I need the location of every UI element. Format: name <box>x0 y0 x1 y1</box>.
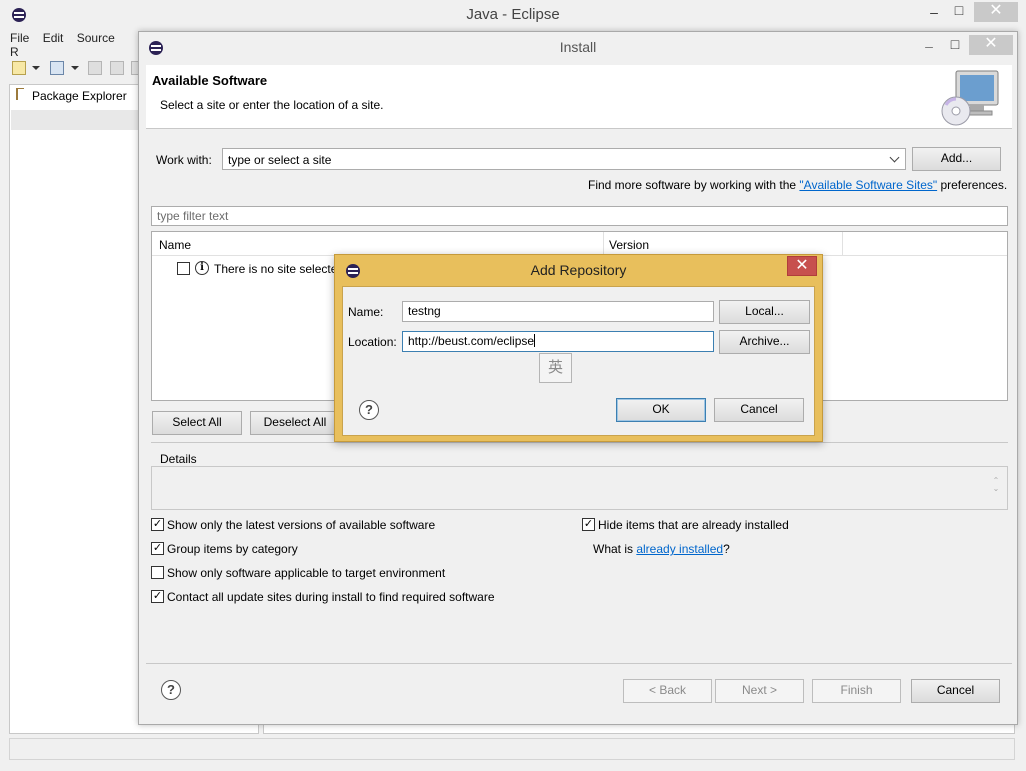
add-repository-dialog: Add Repository ✕ Name: testng Local... L… <box>334 254 823 442</box>
tree-header: Name Version <box>152 232 1007 256</box>
hide-installed-checkbox[interactable]: ✓ <box>582 518 595 531</box>
install-software-icon <box>940 69 1002 127</box>
details-label: Details <box>160 452 197 466</box>
applicable-only-checkbox[interactable] <box>151 566 164 579</box>
applicable-only-label: Show only software applicable to target … <box>167 566 446 580</box>
column-separator[interactable] <box>603 232 604 256</box>
back-button[interactable]: < Back <box>623 679 712 703</box>
eclipse-titlebar: Java - Eclipse – □ ✕ <box>0 0 1026 31</box>
scroll-arrows-icon[interactable]: ⌃ ⌄ <box>991 477 1001 497</box>
next-button[interactable]: Next > <box>715 679 804 703</box>
latest-versions-checkbox[interactable]: ✓ <box>151 518 164 531</box>
close-icon[interactable]: ✕ <box>974 2 1018 22</box>
group-by-category-label: Group items by category <box>167 542 298 556</box>
find-more-prefix: Find more software by working with the <box>588 178 800 192</box>
add-site-button[interactable]: Add... <box>912 147 1001 171</box>
what-is-suffix: ? <box>723 542 730 556</box>
window-title: Java - Eclipse <box>466 6 560 23</box>
close-icon[interactable]: ✕ <box>969 35 1013 55</box>
chevron-down-icon[interactable] <box>71 66 79 70</box>
menu-file[interactable]: File <box>10 31 29 45</box>
location-value: http://beust.com/eclipse <box>408 334 535 348</box>
location-label: Location: <box>348 335 397 349</box>
menu-bar: File Edit Source R <box>10 31 140 59</box>
column-version[interactable]: Version <box>609 238 649 252</box>
toolbar <box>10 55 140 81</box>
package-icon <box>16 88 24 100</box>
already-installed-link[interactable]: already installed <box>636 542 723 556</box>
deselect-all-button[interactable]: Deselect All <box>250 411 340 435</box>
chevron-down-icon[interactable] <box>32 66 40 70</box>
available-software-sites-link[interactable]: "Available Software Sites" <box>799 178 937 192</box>
minimize-icon[interactable]: – <box>919 36 939 56</box>
add-repository-body: Name: testng Local... Location: http://b… <box>342 286 815 436</box>
new-icon[interactable] <box>12 61 26 75</box>
package-explorer-tab[interactable]: Package Explorer <box>10 86 140 106</box>
find-more-text: Find more software by working with the "… <box>588 178 1007 192</box>
install-title: Install <box>559 39 597 55</box>
finish-button[interactable]: Finish <box>812 679 901 703</box>
select-all-button[interactable]: Select All <box>152 411 242 435</box>
name-label: Name: <box>348 305 384 319</box>
contact-all-sites-label: Contact all update sites during install … <box>167 590 495 604</box>
name-value: testng <box>408 304 441 318</box>
tree-row-checkbox[interactable] <box>177 262 190 275</box>
latest-versions-label: Show only the latest versions of availab… <box>167 518 436 532</box>
help-icon[interactable]: ? <box>161 680 181 700</box>
contact-all-sites-checkbox[interactable]: ✓ <box>151 590 164 603</box>
column-separator[interactable] <box>842 232 843 256</box>
header-description: Select a site or enter the location of a… <box>160 98 384 112</box>
work-with-value: type or select a site <box>228 153 332 167</box>
minimize-icon[interactable]: – <box>924 2 944 22</box>
status-bar <box>9 738 1015 760</box>
footer-separator <box>146 663 1012 664</box>
hide-installed-label: Hide items that are already installed <box>598 518 789 532</box>
add-repository-title: Add Repository <box>530 262 627 278</box>
find-more-suffix: preferences. <box>937 178 1008 192</box>
save-all-icon[interactable] <box>110 61 124 75</box>
column-name[interactable]: Name <box>159 238 191 252</box>
menu-edit[interactable]: Edit <box>43 31 64 45</box>
help-icon[interactable]: ? <box>359 400 379 420</box>
cancel-button[interactable]: Cancel <box>911 679 1000 703</box>
package-explorer-label: Package Explorer <box>32 89 127 103</box>
filter-input[interactable]: type filter text <box>151 206 1008 226</box>
text-caret <box>534 334 536 347</box>
work-with-label: Work with: <box>156 153 212 167</box>
save-icon[interactable] <box>88 61 102 75</box>
name-input[interactable]: testng <box>402 301 714 322</box>
menu-source[interactable]: Source <box>77 31 115 45</box>
close-icon[interactable]: ✕ <box>787 256 817 276</box>
separator <box>151 442 1008 443</box>
install-titlebar: Install – □ ✕ <box>139 32 1017 62</box>
info-icon: i <box>195 261 209 275</box>
maximize-icon[interactable]: □ <box>949 0 969 20</box>
install-header: Available Software Select a site or ente… <box>146 65 1012 129</box>
cancel-button[interactable]: Cancel <box>714 398 804 422</box>
header-title: Available Software <box>152 73 268 88</box>
location-input[interactable]: http://beust.com/eclipse <box>402 331 714 352</box>
ok-button[interactable]: OK <box>616 398 706 422</box>
group-by-category-checkbox[interactable]: ✓ <box>151 542 164 555</box>
tree-row-label: There is no site selected. <box>214 262 348 276</box>
filter-placeholder: type filter text <box>157 209 229 223</box>
local-button[interactable]: Local... <box>719 300 810 324</box>
what-is-text: What is already installed? <box>593 542 730 556</box>
package-explorer-toolbar <box>11 110 139 130</box>
new-project-icon[interactable] <box>50 61 64 75</box>
details-group: ⌃ ⌄ <box>151 466 1008 510</box>
archive-button[interactable]: Archive... <box>719 330 810 354</box>
work-with-combo[interactable]: type or select a site <box>222 148 906 170</box>
add-repository-titlebar: Add Repository ✕ <box>335 255 822 285</box>
what-is-prefix: What is <box>593 542 637 556</box>
ime-indicator[interactable]: 英 <box>539 353 572 383</box>
chevron-down-icon <box>889 152 900 163</box>
maximize-icon[interactable]: □ <box>945 34 965 54</box>
